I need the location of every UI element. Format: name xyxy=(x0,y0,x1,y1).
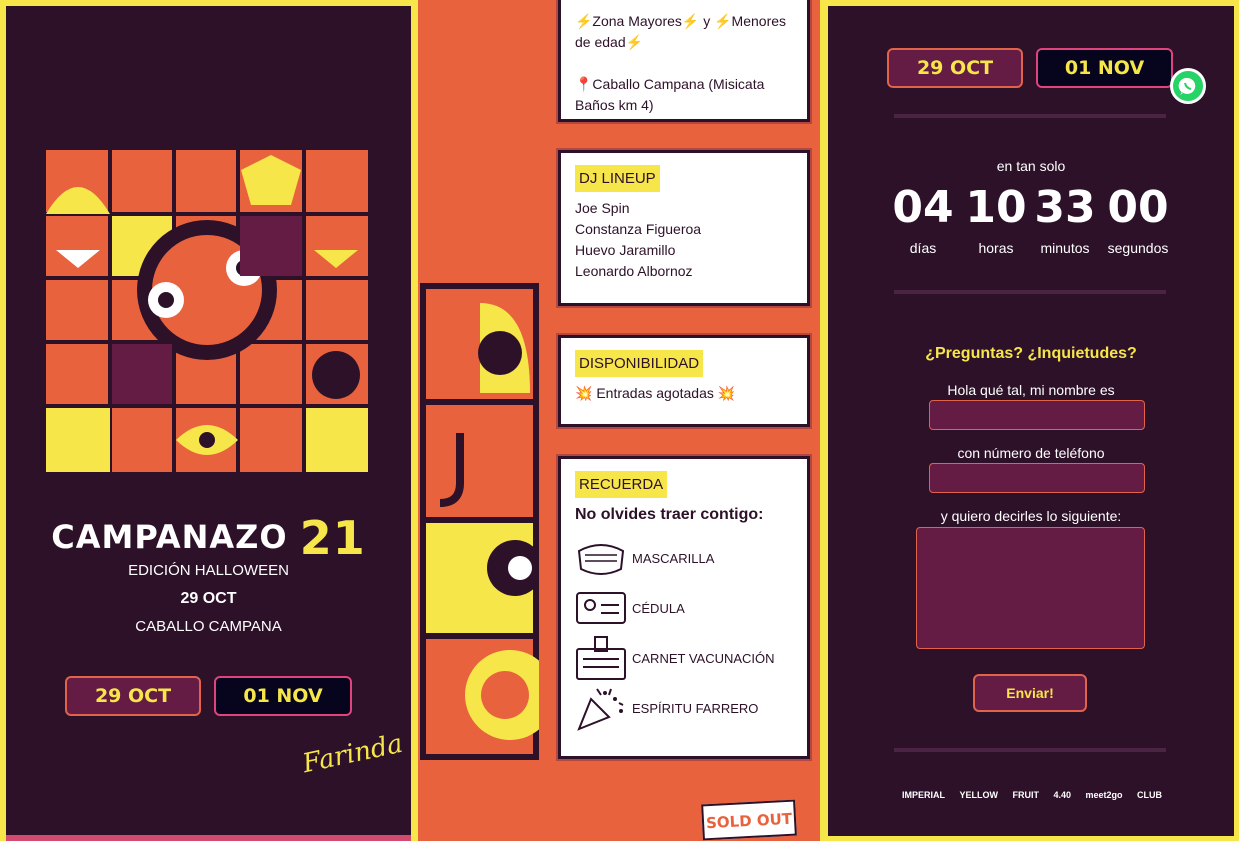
countdown-value: 04 xyxy=(892,182,954,233)
reminder-card: RECUERDA No olvides traer contigo: MASCA… xyxy=(558,456,810,759)
divider xyxy=(894,114,1166,118)
date-button-01-nov[interactable]: 01 NOV xyxy=(1036,48,1173,88)
countdown-unit: días xyxy=(909,240,937,256)
name-input[interactable] xyxy=(929,400,1145,430)
dj-name: Joe Spin xyxy=(575,200,630,216)
contact-form-title: ¿Preguntas? ¿Inquietudes? xyxy=(925,345,1137,362)
bring-item-label: CARNET VACUNACIÓN xyxy=(632,650,775,666)
zone-text: ⚡Zona Mayores⚡ y ⚡Menores de edad⚡ xyxy=(575,13,787,50)
whatsapp-button[interactable] xyxy=(1170,68,1206,104)
bring-item: CARNET VACUNACIÓN xyxy=(575,633,793,683)
date-button-29-oct[interactable]: 29 OCT xyxy=(65,676,201,716)
sold-out-badge: SOLD OUT xyxy=(701,799,797,841)
countdown-unit: horas xyxy=(978,240,1014,256)
dj-name: Constanza Figueroa xyxy=(575,221,702,237)
name-label: Hola qué tal, mi nombre es xyxy=(947,382,1115,398)
sponsor-logo: 4.40 xyxy=(1053,790,1071,800)
submit-button[interactable]: Enviar! xyxy=(973,674,1087,712)
vaccination-card-icon xyxy=(576,636,626,680)
whatsapp-icon xyxy=(1178,77,1196,95)
sponsor-logo: YELLOW xyxy=(959,790,999,800)
date-button-01-nov[interactable]: 01 NOV xyxy=(214,676,352,716)
sponsor-logo: IMPERIAL xyxy=(902,790,946,800)
countdown-unit: segundos xyxy=(1107,240,1169,256)
event-place: CABALLO CAMPANA xyxy=(135,618,282,635)
reminder-title: No olvides traer contigo: xyxy=(575,506,764,523)
countdown-value: 10 xyxy=(965,182,1027,233)
divider xyxy=(894,748,1166,752)
countdown-unit: minutos xyxy=(1040,240,1090,256)
phone-input[interactable] xyxy=(929,463,1145,493)
availability-text: 💥 Entradas agotadas 💥 xyxy=(575,385,736,401)
bring-item-label: ESPÍRITU FARRERO xyxy=(632,700,759,716)
availability-card: DISPONIBILIDAD 💥 Entradas agotadas 💥 xyxy=(558,335,810,427)
bring-item-label: MASCARILLA xyxy=(632,550,715,566)
countdown-value: 33 xyxy=(1034,182,1096,233)
date-button-29-oct[interactable]: 29 OCT xyxy=(887,48,1023,88)
bring-item: MASCARILLA xyxy=(575,533,793,583)
countdown-minutes: 33 minutos xyxy=(1030,182,1100,257)
countdown-value: 00 xyxy=(1107,182,1169,233)
bottom-accent-bar xyxy=(6,835,411,841)
event-poster-panel: CAMPANAZO 21 EDICIÓN HALLOWEEN 29 OCT CA… xyxy=(6,6,411,841)
signature-logo: Farinda xyxy=(299,728,406,780)
dj-name: Leonardo Albornoz xyxy=(575,263,693,279)
dj-lineup-card: DJ LINEUP Joe Spin Constanza Figueroa Hu… xyxy=(558,150,810,306)
event-info-card: ⚡Zona Mayores⚡ y ⚡Menores de edad⚡ 📍Caba… xyxy=(558,0,810,122)
bring-item-label: CÉDULA xyxy=(632,600,685,616)
event-title: CAMPANAZO 21 xyxy=(6,511,411,565)
event-date: 29 OCT xyxy=(180,590,237,607)
bring-item: CÉDULA xyxy=(575,583,793,633)
sponsor-logos: IMPERIAL YELLOW FRUIT 4.40 meet2go CLUB xyxy=(902,778,1162,812)
halloween-poster-art xyxy=(46,150,368,472)
info-column: ⚡Zona Mayores⚡ y ⚡Menores de edad⚡ 📍Caba… xyxy=(418,0,820,841)
id-card-icon xyxy=(576,592,626,624)
sponsor-logo: meet2go xyxy=(1085,790,1123,800)
reminder-tag: RECUERDA xyxy=(575,471,668,498)
countdown-intro: en tan solo xyxy=(996,158,1066,174)
message-textarea[interactable] xyxy=(916,527,1145,649)
decorative-art-strip xyxy=(420,283,539,760)
message-label: y quiero decirles lo siguiente: xyxy=(940,508,1122,524)
mask-icon xyxy=(577,544,625,575)
bring-item: ESPÍRITU FARRERO xyxy=(575,683,793,733)
dj-name: Huevo Jaramillo xyxy=(575,242,676,258)
sponsor-logo: CLUB xyxy=(1136,790,1162,800)
divider xyxy=(894,290,1166,294)
countdown-hours: 10 horas xyxy=(961,182,1031,257)
countdown-days: 04 días xyxy=(888,182,958,257)
event-edition: EDICIÓN HALLOWEEN xyxy=(128,562,289,579)
event-name: CAMPANAZO xyxy=(51,518,288,556)
dj-lineup-tag: DJ LINEUP xyxy=(575,165,660,192)
phone-label: con número de teléfono xyxy=(957,445,1105,461)
party-popper-icon xyxy=(577,688,624,731)
availability-tag: DISPONIBILIDAD xyxy=(575,350,704,377)
countdown-panel: 29 OCT 01 NOV en tan solo 04 días 10 hor… xyxy=(828,6,1234,836)
sponsor-logo: FRUIT xyxy=(1012,790,1039,800)
location-text: 📍Caballo Campana (Misicata Baños km 4) xyxy=(575,76,765,113)
event-number: 21 xyxy=(299,511,366,565)
countdown-seconds: 00 segundos xyxy=(1102,182,1174,257)
